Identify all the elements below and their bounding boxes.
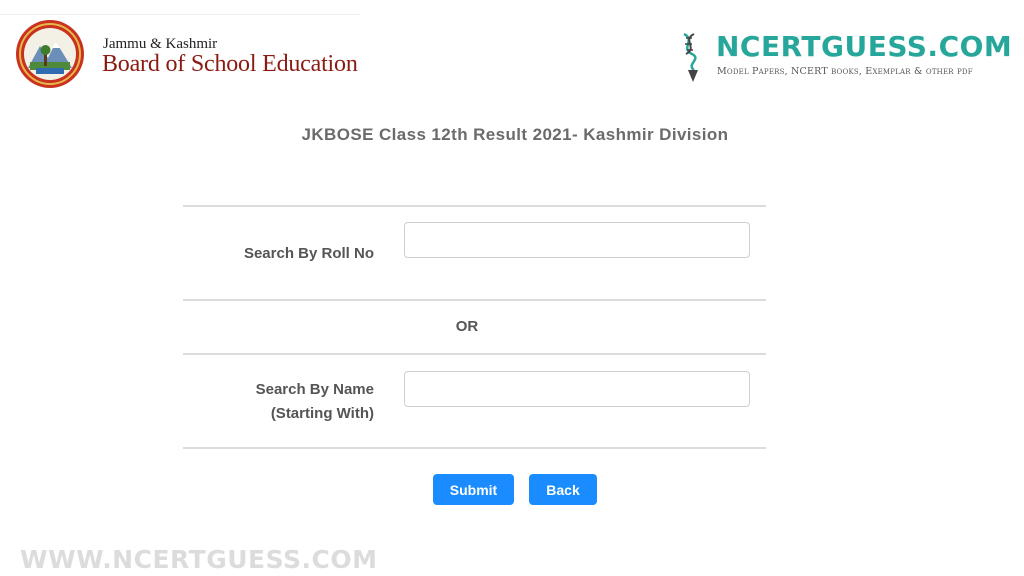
name-label-line2: (Starting With) <box>270 405 374 422</box>
page-title: JKBOSE Class 12th Result 2021- Kashmir D… <box>301 125 729 144</box>
divider <box>183 447 766 449</box>
board-title: Board of School Education <box>102 51 358 77</box>
header-divider <box>0 14 360 15</box>
name-label: Search By Name (Starting With) <box>174 378 374 426</box>
roll-no-input[interactable] <box>404 222 750 258</box>
brand-tagline: Model Papers, NCERT books, Exemplar & ot… <box>717 66 973 77</box>
name-label-line1: Search By Name <box>255 381 374 398</box>
name-input[interactable] <box>404 371 750 407</box>
brand-name: NCERTGUESS.COM <box>716 30 1013 63</box>
dna-pencil-icon <box>683 32 698 82</box>
divider <box>183 205 766 207</box>
or-separator: OR <box>455 318 479 335</box>
submit-button[interactable]: Submit <box>433 474 514 505</box>
watermark: WWW.NCERTGUESS.COM <box>20 545 378 574</box>
divider <box>183 353 766 355</box>
roll-no-label: Search By Roll No <box>243 245 374 262</box>
jkbose-emblem-icon <box>16 20 84 88</box>
divider <box>183 299 766 301</box>
back-button[interactable]: Back <box>529 474 597 505</box>
